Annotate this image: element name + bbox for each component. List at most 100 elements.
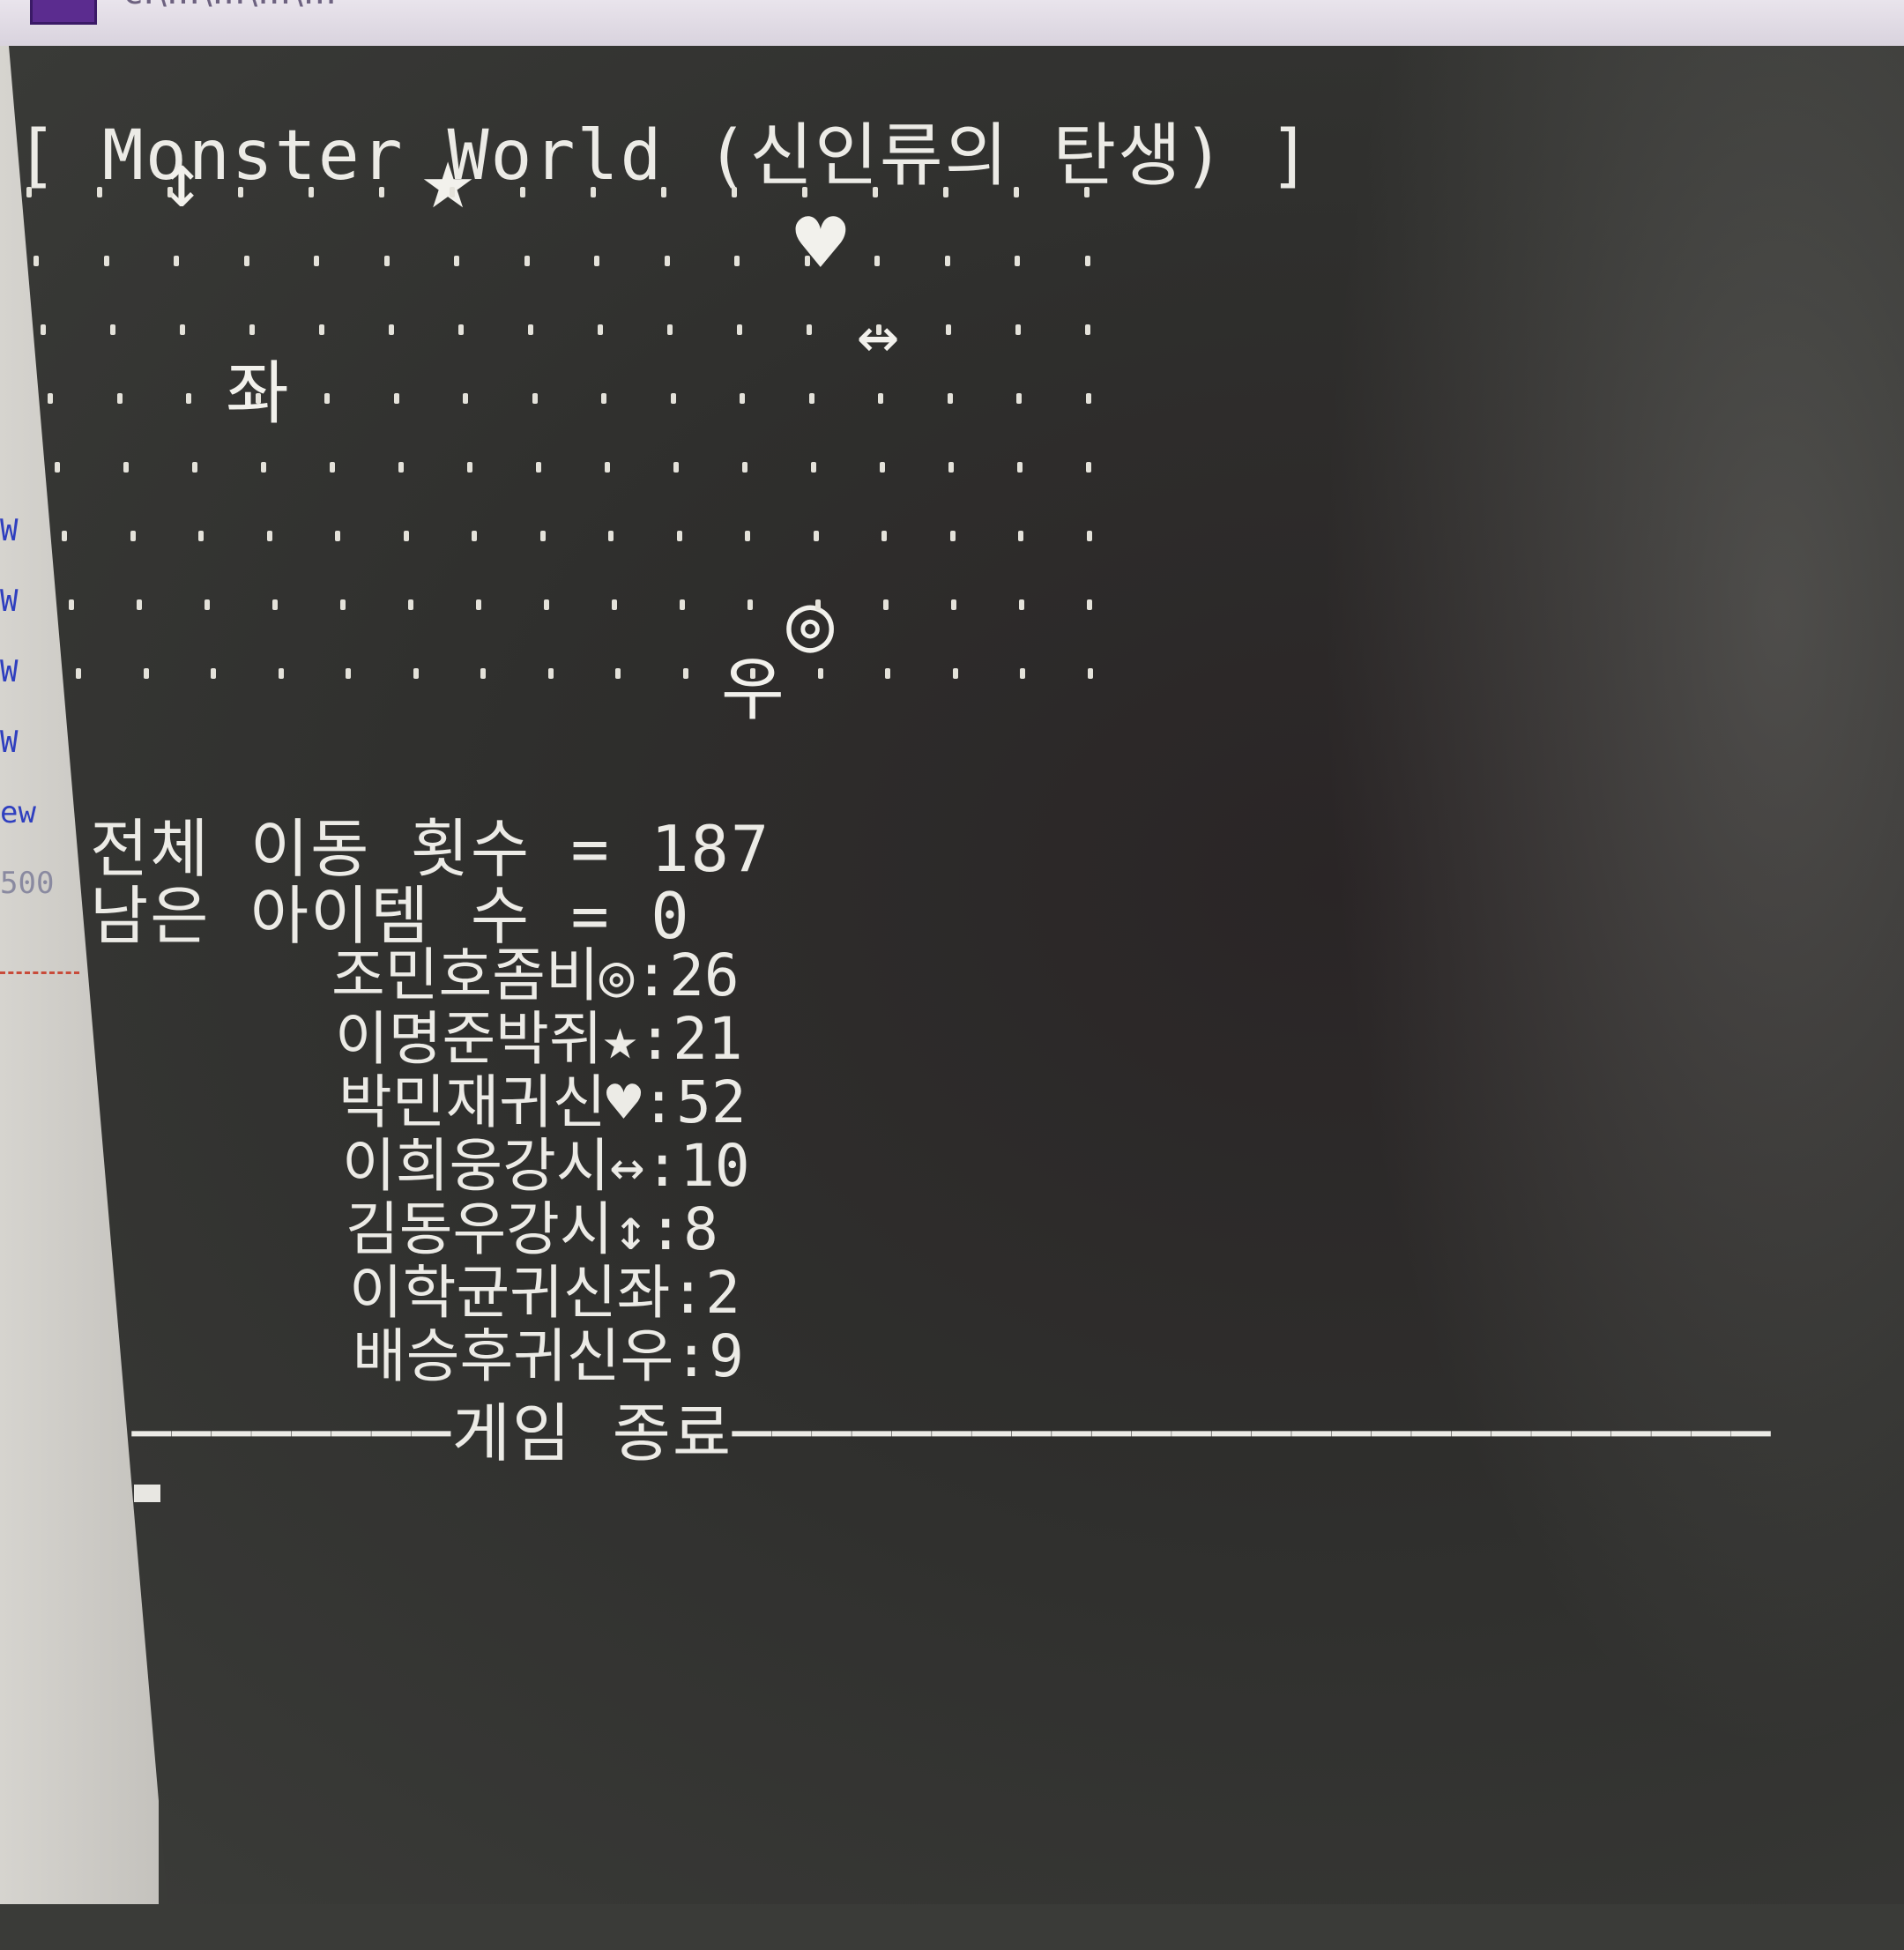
map-cell: [948, 462, 954, 473]
map-cell: [944, 256, 950, 266]
map-cell: [340, 599, 346, 610]
map-cell: [807, 324, 812, 335]
map-cell: [802, 187, 807, 197]
map-cell: [454, 256, 459, 266]
bullseye-monster: ◎: [786, 577, 835, 669]
monster-symbol: ↔: [609, 1132, 645, 1200]
map-cell: [319, 324, 324, 335]
monster-name: 이희웅강시: [342, 1132, 610, 1200]
map-cell: [539, 531, 546, 541]
map-cell: [664, 256, 670, 266]
map-cell: [1017, 462, 1023, 473]
map-cell: [680, 599, 685, 610]
map-cell: [309, 187, 314, 197]
map-cell: [813, 531, 819, 541]
star-monster: ★: [421, 126, 475, 229]
monster-symbol: ♥: [606, 1068, 642, 1136]
map-cell: [458, 324, 464, 335]
map-cell: [130, 531, 136, 541]
monster-name: 조민호좀비: [331, 942, 599, 1009]
gutter-mark: W: [0, 513, 19, 548]
map-cell: [346, 668, 351, 679]
monster-symbol: ↕: [613, 1195, 649, 1263]
map-cell: [745, 531, 750, 541]
map-cell: [167, 187, 173, 197]
editor-margin-rule: [0, 971, 79, 974]
text-cursor: [134, 1485, 160, 1502]
map-cell: [808, 393, 814, 404]
map-cell: [26, 187, 32, 197]
map-cell: [544, 599, 549, 610]
map-cell: [137, 599, 142, 610]
map-cell: [880, 462, 885, 473]
map-cell: [48, 393, 53, 404]
map-cell: [878, 393, 883, 404]
monster-symbol: 우: [620, 1322, 674, 1390]
legend-row: 이명준박쥐★:21: [335, 1005, 743, 1073]
map-cell: [740, 393, 745, 404]
map-cell: [255, 393, 261, 404]
map-cell: [143, 668, 149, 679]
map-cell: [116, 393, 123, 404]
map-cell: [943, 187, 948, 197]
legend-row: 이학균귀신좌:2: [349, 1259, 740, 1327]
map-cell: [192, 462, 197, 473]
map-cell: [238, 187, 243, 197]
map-cell: [594, 256, 599, 266]
map-cell: [463, 393, 468, 404]
map-cell: [608, 531, 614, 541]
console-window[interactable]: [ Monster World (신인류의 탄생) ] ↕ ★ ♥ ↔ 좌 ◎ …: [9, 46, 1904, 1904]
game-over-line: ────────게임 종료──────────────────────────: [132, 1396, 1773, 1470]
map-cell: [1085, 393, 1091, 404]
screen-glare: [1243, 46, 1904, 1904]
map-cell: [591, 187, 596, 197]
map-cell: [1087, 599, 1092, 610]
legend-row: 김동우강시↕:8: [346, 1195, 718, 1263]
map-cell: [951, 599, 956, 610]
map-cell: [450, 187, 455, 197]
map-cell: [1084, 187, 1090, 197]
map-cell: [1018, 531, 1023, 541]
map-cell: [330, 462, 335, 473]
map-cell: [601, 393, 606, 404]
map-cell: [874, 256, 880, 266]
map-cell: [476, 599, 481, 610]
map-cell: [737, 324, 742, 335]
map-cell: [398, 462, 404, 473]
map-cell: [1016, 393, 1022, 404]
map-cell: [747, 599, 753, 610]
map-cell: [615, 668, 621, 679]
map-cell: [413, 668, 419, 679]
map-cell: [205, 599, 210, 610]
map-cell: [211, 668, 216, 679]
map-cell: [467, 462, 472, 473]
map-cell: [947, 393, 953, 404]
map-cell: [885, 668, 890, 679]
map-cell: [873, 187, 878, 197]
map-cell: [952, 668, 958, 679]
map-cell: [532, 393, 538, 404]
monster-count: 52: [676, 1068, 747, 1136]
map-cell: [661, 187, 666, 197]
map-cell: [946, 324, 951, 335]
monster-name: 이학균귀신: [349, 1259, 617, 1327]
map-cell: [612, 599, 617, 610]
map-cell: [536, 462, 541, 473]
map-cell: [379, 187, 384, 197]
legend-row: 조민호좀비◎:26: [331, 942, 740, 1009]
map-cell: [682, 668, 688, 679]
map-cell: [750, 668, 755, 679]
map-cell: [383, 256, 390, 266]
heart-monster: ♥: [795, 194, 846, 293]
map-cell: [670, 393, 676, 404]
map-cell: [1086, 531, 1092, 541]
map-cell: [55, 462, 60, 473]
gutter-line-number: 500: [0, 866, 55, 901]
monster-count: 10: [680, 1132, 750, 1200]
map-cell: [1087, 668, 1093, 679]
map-cell: [949, 531, 956, 541]
map-cell: [103, 256, 109, 266]
map-cell: [278, 668, 284, 679]
monster-count: 9: [709, 1322, 744, 1390]
map-cell: [815, 599, 821, 610]
